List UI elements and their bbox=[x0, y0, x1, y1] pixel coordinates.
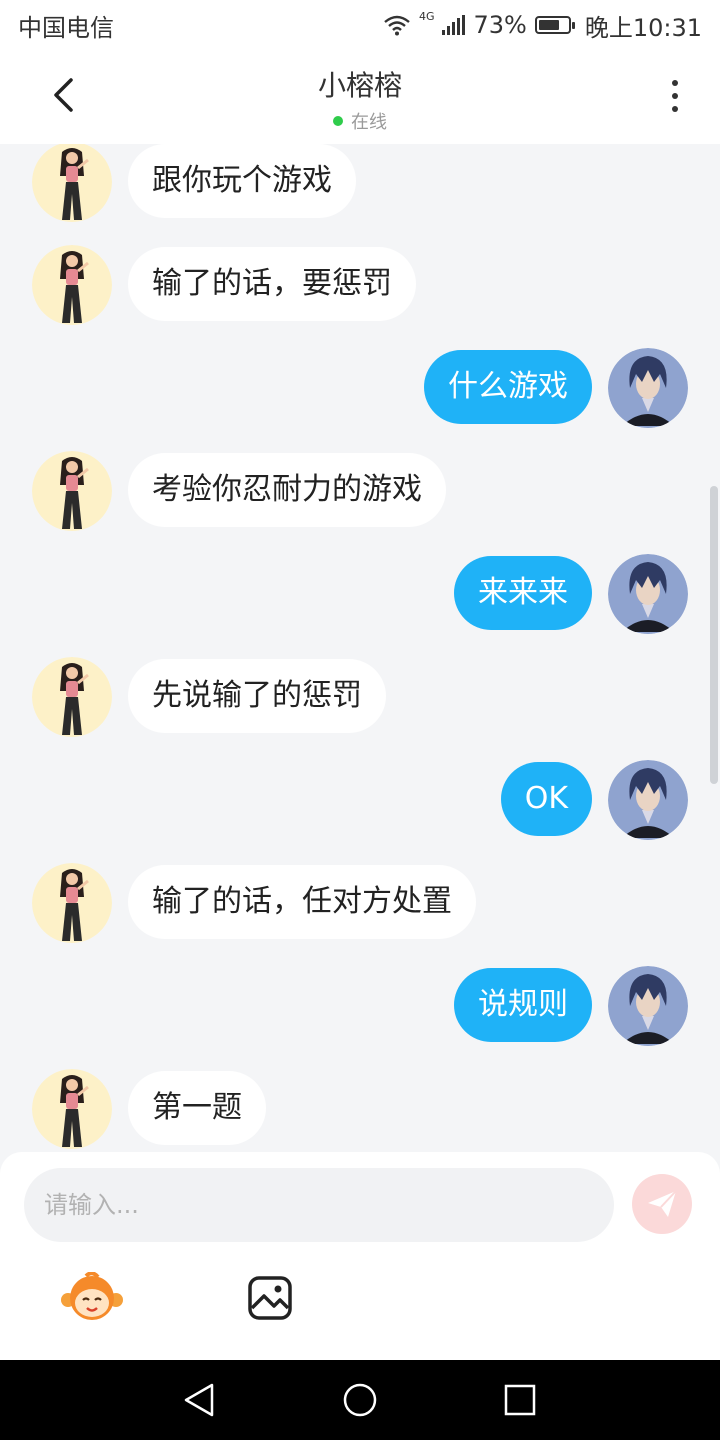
title-area: 小榕榕 在线 bbox=[0, 64, 720, 134]
chat-header: 小榕榕 在线 bbox=[0, 50, 720, 144]
received-message-row: 第一题 bbox=[0, 1069, 720, 1149]
sent-message-bubble[interactable]: 什么游戏 bbox=[424, 350, 592, 424]
contact-avatar[interactable] bbox=[32, 144, 112, 222]
male-avatar-icon bbox=[608, 348, 688, 428]
female-avatar-icon bbox=[32, 144, 112, 222]
sent-message-bubble[interactable]: 说规则 bbox=[454, 968, 592, 1042]
more-dot-icon bbox=[672, 106, 678, 112]
nav-recent-square-icon[interactable] bbox=[500, 1380, 540, 1420]
status-bar: 中国电信 4G 73% 晚上10:31 bbox=[0, 0, 720, 50]
more-dot-icon bbox=[672, 80, 678, 86]
my-avatar[interactable] bbox=[608, 760, 688, 840]
female-avatar-icon bbox=[32, 1069, 112, 1149]
paper-plane-icon bbox=[648, 1190, 677, 1217]
battery-percent: 73% bbox=[473, 11, 527, 39]
monkey-face-icon bbox=[61, 1271, 123, 1320]
contact-avatar[interactable] bbox=[32, 245, 112, 325]
sent-message-row: 来来来 bbox=[0, 554, 720, 634]
received-message-row: 输了的话，要惩罚 bbox=[0, 245, 720, 325]
emoji-button[interactable] bbox=[60, 1271, 124, 1322]
contact-avatar[interactable] bbox=[32, 1069, 112, 1149]
received-message-bubble[interactable]: 跟你玩个游戏 bbox=[128, 144, 356, 218]
battery-icon bbox=[534, 16, 575, 34]
image-icon bbox=[248, 1276, 292, 1320]
send-button[interactable] bbox=[632, 1174, 692, 1234]
network-type-label: 4G bbox=[418, 9, 435, 23]
received-message-row: 输了的话，任对方处置 bbox=[0, 863, 720, 943]
more-options-button[interactable] bbox=[660, 76, 690, 116]
received-message-row: 跟你玩个游戏 bbox=[0, 144, 720, 222]
sent-message-row: 说规则 bbox=[0, 966, 720, 1046]
female-avatar-icon bbox=[32, 245, 112, 325]
online-status-label: 在线 bbox=[351, 112, 387, 133]
composer bbox=[0, 1152, 720, 1360]
received-message-bubble[interactable]: 输了的话，任对方处置 bbox=[128, 865, 476, 939]
contact-name: 小榕榕 bbox=[317, 69, 402, 102]
nav-home-circle-icon[interactable] bbox=[340, 1380, 380, 1420]
status-icons: 4G 73% 晚上10:31 bbox=[383, 8, 702, 43]
message-input[interactable] bbox=[24, 1168, 614, 1242]
sent-message-bubble[interactable]: 来来来 bbox=[454, 556, 592, 630]
system-navigation-bar bbox=[0, 1360, 720, 1440]
received-message-row: 考验你忍耐力的游戏 bbox=[0, 451, 720, 531]
wifi-icon bbox=[384, 15, 410, 36]
signal-icon bbox=[442, 15, 466, 35]
carrier-label: 中国电信 bbox=[18, 13, 114, 42]
online-status: 在线 bbox=[0, 108, 720, 134]
more-dot-icon bbox=[672, 93, 678, 99]
my-avatar[interactable] bbox=[608, 554, 688, 634]
male-avatar-icon bbox=[608, 760, 688, 840]
scrollbar[interactable] bbox=[710, 486, 718, 784]
sent-message-row: OK bbox=[0, 760, 720, 840]
sent-message-bubble[interactable]: OK bbox=[500, 762, 592, 836]
contact-avatar[interactable] bbox=[32, 657, 112, 737]
received-message-bubble[interactable]: 输了的话，要惩罚 bbox=[128, 247, 416, 321]
male-avatar-icon bbox=[608, 966, 688, 1046]
female-avatar-icon bbox=[32, 451, 112, 531]
nav-back-triangle-icon[interactable] bbox=[180, 1380, 220, 1420]
sent-message-row: 什么游戏 bbox=[0, 348, 720, 428]
female-avatar-icon bbox=[32, 863, 112, 943]
female-avatar-icon bbox=[32, 657, 112, 737]
image-picker-button[interactable] bbox=[246, 1274, 294, 1322]
clock: 晚上10:31 bbox=[584, 13, 702, 42]
contact-avatar[interactable] bbox=[32, 863, 112, 943]
received-message-bubble[interactable]: 先说输了的惩罚 bbox=[128, 659, 386, 733]
contact-avatar[interactable] bbox=[32, 451, 112, 531]
online-dot-icon bbox=[333, 116, 343, 126]
received-message-bubble[interactable]: 第一题 bbox=[128, 1071, 266, 1145]
received-message-bubble[interactable]: 考验你忍耐力的游戏 bbox=[128, 453, 446, 527]
my-avatar[interactable] bbox=[608, 348, 688, 428]
male-avatar-icon bbox=[608, 554, 688, 634]
message-list[interactable]: 跟你玩个游戏 输了的话，要惩罚 什么游戏 考验你忍耐力的游戏 来来来 先说输了的… bbox=[0, 144, 720, 1154]
my-avatar[interactable] bbox=[608, 966, 688, 1046]
received-message-row: 先说输了的惩罚 bbox=[0, 657, 720, 737]
